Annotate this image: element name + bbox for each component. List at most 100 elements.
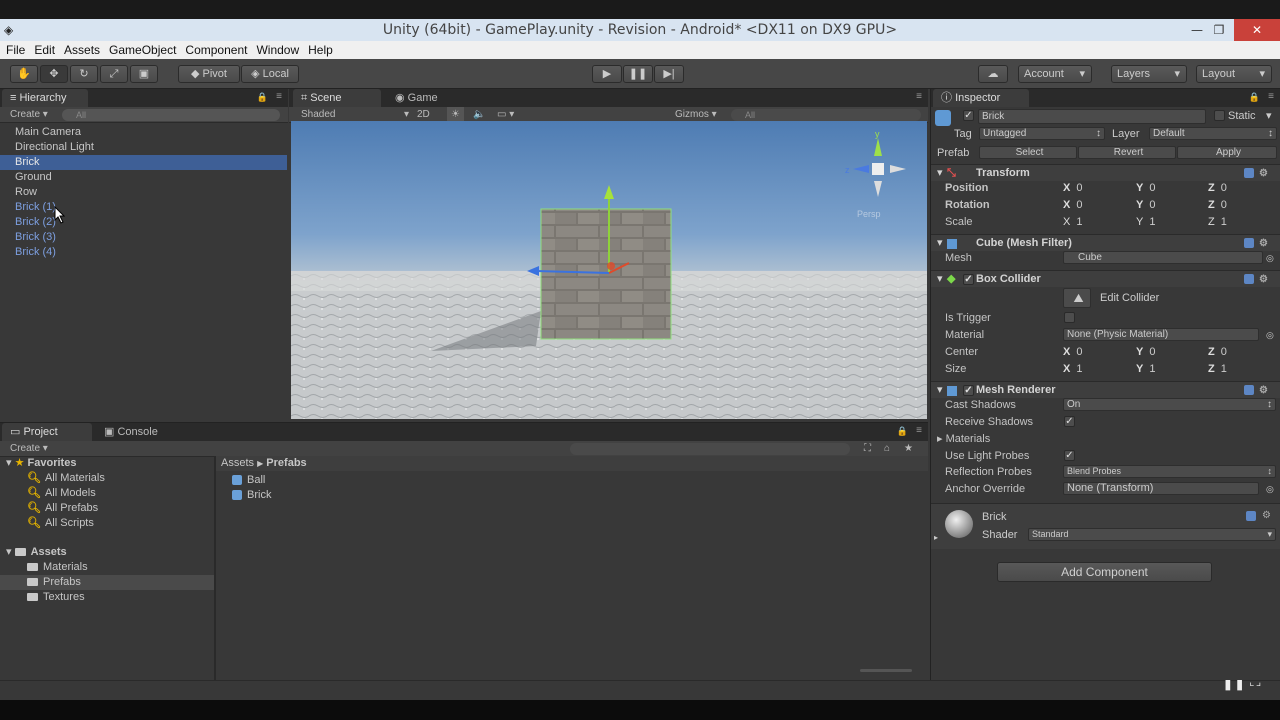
is-trigger-checkbox[interactable] <box>1064 312 1075 323</box>
project-create-button[interactable]: Create ▾ <box>10 441 48 457</box>
assets-header[interactable]: ▾ Assets <box>6 545 67 560</box>
hand-tool-icon[interactable]: ✋ <box>10 65 38 83</box>
local-toggle[interactable]: ◈ Local <box>241 65 299 83</box>
gear-icon[interactable]: ⚙ <box>1259 382 1268 399</box>
object-picker-icon[interactable]: ◎ <box>1266 251 1274 265</box>
folder-item[interactable]: Textures <box>27 590 85 605</box>
tab-project[interactable]: ▭ Project <box>2 423 92 441</box>
center-x-field[interactable]: X0 <box>1063 345 1082 359</box>
gear-icon[interactable]: ⚙ <box>1259 271 1268 288</box>
favorite-item[interactable]: 🔍︎ All Models <box>27 486 96 501</box>
size-y-field[interactable]: Y1 <box>1136 362 1155 376</box>
folder-item-selected[interactable]: Prefabs <box>0 575 214 590</box>
chevron-down-icon[interactable]: ▾ <box>1266 109 1272 123</box>
transform-header[interactable]: ▾ ⤡ Transform ⚙ <box>931 164 1280 181</box>
menu-gameobject[interactable]: GameObject <box>106 41 179 59</box>
filter-type-icon[interactable]: ⛶ <box>864 441 871 457</box>
use-light-probes-checkbox[interactable]: ✓ <box>1064 450 1075 461</box>
lock-icon[interactable]: 🔒 <box>1249 92 1260 103</box>
favorites-header[interactable]: ▾ ★ Favorites <box>6 456 76 471</box>
rotate-tool-icon[interactable]: ↻ <box>70 65 98 83</box>
move-tool-icon[interactable]: ✥ <box>40 65 68 83</box>
menu-component[interactable]: Component <box>182 41 250 59</box>
help-book-icon[interactable] <box>1246 511 1256 521</box>
tag-dropdown[interactable]: Untagged ↕ <box>979 127 1105 140</box>
object-picker-icon[interactable]: ◎ <box>1266 328 1274 342</box>
static-checkbox[interactable] <box>1214 110 1225 121</box>
cloud-icon[interactable]: ☁ <box>978 65 1008 83</box>
hierarchy-item[interactable]: Brick (4) <box>0 245 287 260</box>
object-picker-icon[interactable]: ◎ <box>1266 482 1274 496</box>
hierarchy-item[interactable]: Main Camera <box>0 125 287 140</box>
rotation-z-field[interactable]: Z0 <box>1208 198 1227 212</box>
position-y-field[interactable]: Y0 <box>1136 181 1155 195</box>
size-x-field[interactable]: X1 <box>1063 362 1082 376</box>
scene-viewport[interactable]: y z Persp <box>291 121 927 419</box>
project-search-input[interactable] <box>570 443 850 455</box>
hierarchy-search-input[interactable]: All <box>62 109 280 121</box>
menu-assets[interactable]: Assets <box>61 41 103 59</box>
restore-icon[interactable]: ❐ <box>1204 19 1234 41</box>
pivot-toggle[interactable]: ◆ Pivot <box>178 65 240 83</box>
panel-menu-icon[interactable]: ≡ <box>916 425 922 436</box>
mesh-renderer-enabled-checkbox[interactable]: ✓ <box>963 385 974 396</box>
favorite-item[interactable]: 🔍︎ All Prefabs <box>27 501 98 516</box>
collider-material-field[interactable]: None (Physic Material) <box>1063 328 1259 341</box>
foldout-arrow-icon[interactable]: ▸ <box>934 531 938 545</box>
folder-item[interactable]: Materials <box>27 560 88 575</box>
gear-icon[interactable]: ⚙ <box>1259 165 1268 182</box>
scale-x-field[interactable]: X1 <box>1063 215 1082 229</box>
size-z-field[interactable]: Z1 <box>1208 362 1227 376</box>
box-collider-enabled-checkbox[interactable]: ✓ <box>963 274 974 285</box>
materials-foldout[interactable]: ▸ Materials <box>937 432 990 446</box>
help-book-icon[interactable] <box>1244 385 1254 395</box>
tab-inspector[interactable]: ⓘ Inspector <box>933 89 1029 107</box>
icon-size-slider[interactable] <box>860 669 912 672</box>
center-z-field[interactable]: Z0 <box>1208 345 1227 359</box>
breadcrumb-root[interactable]: Assets <box>221 457 254 469</box>
object-name-input[interactable]: Brick <box>978 109 1206 124</box>
hierarchy-item-selected[interactable]: Brick <box>0 155 287 170</box>
panel-menu-icon[interactable]: ≡ <box>1268 91 1274 102</box>
close-icon[interactable]: ✕ <box>1234 19 1280 41</box>
hierarchy-item[interactable]: Brick (1) <box>0 200 287 215</box>
rotation-y-field[interactable]: Y0 <box>1136 198 1155 212</box>
panel-menu-icon[interactable]: ≡ <box>916 91 922 102</box>
edit-collider-button[interactable]: ⛰ <box>1063 288 1091 308</box>
scale-tool-icon[interactable]: ⤢ <box>100 65 128 83</box>
tab-scene[interactable]: ⌗ Scene <box>293 89 381 107</box>
box-collider-header[interactable]: ▾ ◆ ✓ Box Collider ⚙ <box>931 270 1280 287</box>
hierarchy-item[interactable]: Row <box>0 185 287 200</box>
help-book-icon[interactable] <box>1244 238 1254 248</box>
move-gizmo-y-arrow[interactable] <box>604 185 614 199</box>
favorite-item[interactable]: 🔍︎ All Scripts <box>27 516 94 531</box>
receive-shadows-checkbox[interactable]: ✓ <box>1064 416 1075 427</box>
hierarchy-item[interactable]: Directional Light <box>0 140 287 155</box>
hierarchy-item[interactable]: Ground <box>0 170 287 185</box>
favorite-star-icon[interactable]: ★ <box>904 441 913 457</box>
rect-tool-icon[interactable]: ▣ <box>130 65 158 83</box>
layers-dropdown[interactable]: Layers ▾ <box>1111 65 1187 83</box>
center-y-field[interactable]: Y0 <box>1136 345 1155 359</box>
mesh-filter-header[interactable]: ▾ Cube (Mesh Filter) ⚙ <box>931 234 1280 251</box>
add-component-button[interactable]: Add Component <box>997 562 1212 582</box>
hierarchy-item[interactable]: Brick (3) <box>0 230 287 245</box>
anchor-override-field[interactable]: None (Transform) <box>1063 482 1259 495</box>
menu-edit[interactable]: Edit <box>31 41 58 59</box>
breadcrumb-current[interactable]: Prefabs <box>266 457 306 469</box>
brick-cube[interactable] <box>540 208 672 340</box>
asset-item[interactable]: Brick <box>232 488 271 503</box>
position-z-field[interactable]: Z0 <box>1208 181 1227 195</box>
help-book-icon[interactable] <box>1244 168 1254 178</box>
shader-dropdown[interactable]: Standard ▾ <box>1028 528 1276 541</box>
panel-menu-icon[interactable]: ≡ <box>276 91 282 102</box>
active-checkbox[interactable]: ✓ <box>963 110 974 121</box>
menu-window[interactable]: Window <box>253 41 302 59</box>
orientation-gizmo[interactable]: y z <box>845 129 906 197</box>
menu-help[interactable]: Help <box>305 41 336 59</box>
layer-dropdown[interactable]: Default ↕ <box>1149 127 1277 140</box>
layout-dropdown[interactable]: Layout ▾ <box>1196 65 1272 83</box>
scale-y-field[interactable]: Y1 <box>1136 215 1155 229</box>
hierarchy-create-button[interactable]: Create ▾ <box>10 107 48 123</box>
play-button[interactable]: ▶ <box>592 65 622 83</box>
